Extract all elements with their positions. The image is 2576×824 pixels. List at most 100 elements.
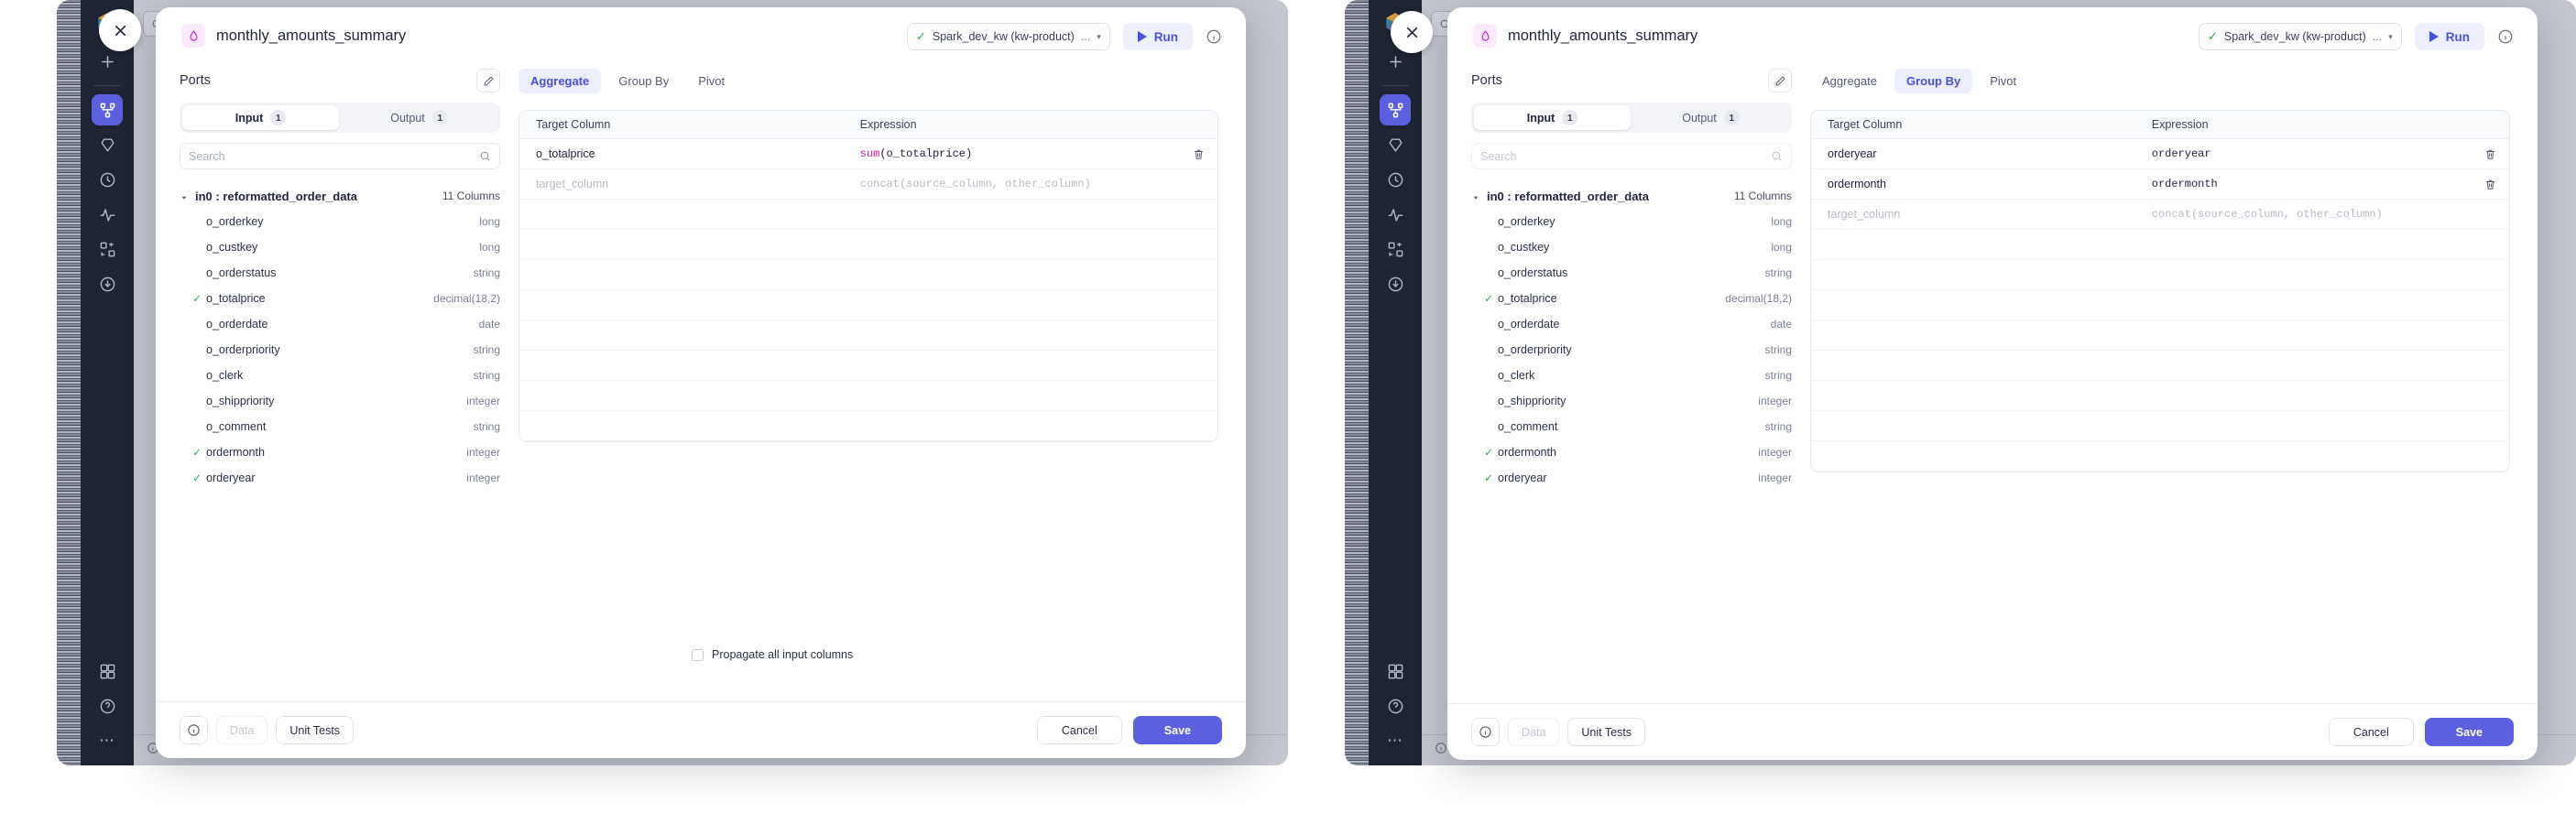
status-info-icon[interactable] xyxy=(1435,742,1447,759)
port-tab-output[interactable]: Output 1 xyxy=(341,105,497,130)
rail-question-icon[interactable] xyxy=(1380,690,1411,721)
unit-tests-button[interactable]: Unit Tests xyxy=(276,716,355,744)
tab-aggregate[interactable]: Aggregate xyxy=(1810,69,1889,93)
port-tab-output[interactable]: Output 1 xyxy=(1632,105,1789,130)
grid-target-placeholder[interactable]: target_column xyxy=(1811,208,2146,221)
grid-expression-placeholder[interactable]: concat(source_column, other_column) xyxy=(855,178,1179,190)
save-button[interactable]: Save xyxy=(2424,718,2514,746)
propagate-checkbox[interactable] xyxy=(692,648,704,661)
column-row[interactable]: o_orderstatus string xyxy=(180,260,500,286)
column-row[interactable]: o_comment string xyxy=(180,414,500,439)
header-info-icon[interactable] xyxy=(2497,28,2514,45)
grid-placeholder-row[interactable]: target_column concat(source_column, other… xyxy=(519,169,1217,200)
grid-delete-button[interactable] xyxy=(2471,179,2509,190)
cancel-button[interactable]: Cancel xyxy=(2328,718,2414,746)
grid-row[interactable]: orderyear orderyear xyxy=(1811,139,2509,169)
header-info-icon[interactable] xyxy=(1206,28,1222,45)
column-row[interactable]: ✓ orderyear integer xyxy=(180,465,500,491)
rail-more-icon[interactable]: ⋯ xyxy=(92,725,123,756)
column-name: o_custkey xyxy=(206,241,258,254)
grid-empty-row xyxy=(519,381,1217,411)
grid-delete-button[interactable] xyxy=(2471,148,2509,160)
data-button[interactable]: Data xyxy=(1508,718,1560,746)
column-row[interactable]: o_custkey long xyxy=(1471,234,1792,260)
column-row[interactable]: o_comment string xyxy=(1471,414,1792,439)
footer-info-button[interactable] xyxy=(180,716,208,744)
rail-download-icon[interactable] xyxy=(1380,268,1411,299)
rail-bottom: ⋯ xyxy=(81,656,134,756)
port-direction-tabs: Input 1 Output 1 xyxy=(180,103,500,133)
rail-download-icon[interactable] xyxy=(92,268,123,299)
rail-activity-icon[interactable] xyxy=(92,199,123,230)
close-modal-button[interactable] xyxy=(99,9,141,51)
cluster-selector[interactable]: ✓ Spark_dev_kw (kw-product)... ▾ xyxy=(906,23,1110,50)
grid-target-column[interactable]: orderyear xyxy=(1811,147,2146,160)
column-search-input[interactable]: Search xyxy=(1471,143,1792,169)
grid-placeholder-row[interactable]: target_column concat(source_column, other… xyxy=(1811,200,2509,230)
rail-nodes-icon[interactable] xyxy=(92,233,123,265)
rail-question-icon[interactable] xyxy=(92,690,123,721)
column-row[interactable]: ✓ ordermonth integer xyxy=(1471,439,1792,465)
run-button[interactable]: Run xyxy=(2414,23,2484,50)
cluster-selector[interactable]: ✓ Spark_dev_kw (kw-product)... ▾ xyxy=(2198,23,2402,50)
column-row[interactable]: o_orderdate date xyxy=(1471,311,1792,337)
close-modal-button[interactable] xyxy=(1391,11,1433,53)
port-tab-input[interactable]: Input 1 xyxy=(1474,105,1631,130)
save-button[interactable]: Save xyxy=(1132,716,1222,744)
grid-target-column[interactable]: o_totalprice xyxy=(519,147,855,160)
grid-row[interactable]: ordermonth ordermonth xyxy=(1811,169,2509,200)
rail-grid-icon[interactable] xyxy=(1380,656,1411,687)
grid-target-column[interactable]: ordermonth xyxy=(1811,178,2146,190)
port-tab-input[interactable]: Input 1 xyxy=(182,105,339,130)
column-row[interactable]: o_shippriority integer xyxy=(180,388,500,414)
column-row[interactable]: o_clerk string xyxy=(1471,363,1792,388)
run-button[interactable]: Run xyxy=(1122,23,1193,50)
rail-clock-icon[interactable] xyxy=(1380,164,1411,195)
column-row[interactable]: ✓ ordermonth integer xyxy=(180,439,500,465)
cancel-button[interactable]: Cancel xyxy=(1036,716,1122,744)
rail-clock-icon[interactable] xyxy=(92,164,123,195)
footer-info-button[interactable] xyxy=(1471,718,1500,746)
edit-ports-button[interactable] xyxy=(1768,69,1792,92)
grid-empty-row xyxy=(1811,290,2509,320)
edit-ports-button[interactable] xyxy=(476,69,500,92)
column-tree-root[interactable]: in0 : reformatted_order_data 11 Columns xyxy=(180,183,500,209)
rail-nodes-icon[interactable] xyxy=(1380,233,1411,265)
propagate-all-input-columns[interactable]: Propagate all input columns xyxy=(692,648,853,661)
tab-pivot[interactable]: Pivot xyxy=(1978,69,2028,93)
grid-target-placeholder[interactable]: target_column xyxy=(519,178,855,190)
column-row[interactable]: o_orderkey long xyxy=(1471,209,1792,234)
column-search-input[interactable]: Search xyxy=(180,143,500,169)
data-button[interactable]: Data xyxy=(216,716,268,744)
column-tree-root[interactable]: in0 : reformatted_order_data 11 Columns xyxy=(1471,183,1792,209)
column-row[interactable]: ✓ o_totalprice decimal(18,2) xyxy=(180,286,500,311)
column-row[interactable]: o_shippriority integer xyxy=(1471,388,1792,414)
tab-aggregate[interactable]: Aggregate xyxy=(518,68,602,93)
grid-expression[interactable]: sum(o_totalprice) xyxy=(855,147,1179,160)
rail-pipeline-icon[interactable] xyxy=(1380,94,1411,125)
rail-activity-icon[interactable] xyxy=(1380,199,1411,230)
column-row[interactable]: ✓ o_totalprice decimal(18,2) xyxy=(1471,286,1792,311)
column-row[interactable]: o_orderpriority string xyxy=(1471,337,1792,363)
rail-grid-icon[interactable] xyxy=(92,656,123,687)
unit-tests-button[interactable]: Unit Tests xyxy=(1567,718,1646,746)
column-row[interactable]: ✓ orderyear integer xyxy=(1471,465,1792,491)
grid-expression[interactable]: ordermonth xyxy=(2146,178,2471,190)
rail-more-icon[interactable]: ⋯ xyxy=(1380,725,1411,756)
column-row[interactable]: o_orderkey long xyxy=(180,209,500,234)
column-row[interactable]: o_clerk string xyxy=(180,363,500,388)
grid-expression[interactable]: orderyear xyxy=(2146,147,2471,160)
grid-expression-placeholder[interactable]: concat(source_column, other_column) xyxy=(2146,208,2471,221)
column-row[interactable]: o_orderdate date xyxy=(180,311,500,337)
rail-gem-icon[interactable] xyxy=(92,129,123,160)
grid-delete-button[interactable] xyxy=(1179,148,1217,160)
grid-row[interactable]: o_totalprice sum(o_totalprice) xyxy=(519,139,1217,169)
tab-group-by[interactable]: Group By xyxy=(1894,68,1973,93)
rail-gem-icon[interactable] xyxy=(1380,129,1411,160)
rail-pipeline-icon[interactable] xyxy=(92,94,123,125)
tab-pivot[interactable]: Pivot xyxy=(686,69,737,93)
column-row[interactable]: o_orderstatus string xyxy=(1471,260,1792,286)
column-row[interactable]: o_custkey long xyxy=(180,234,500,260)
column-row[interactable]: o_orderpriority string xyxy=(180,337,500,363)
tab-group-by[interactable]: Group By xyxy=(606,69,681,93)
